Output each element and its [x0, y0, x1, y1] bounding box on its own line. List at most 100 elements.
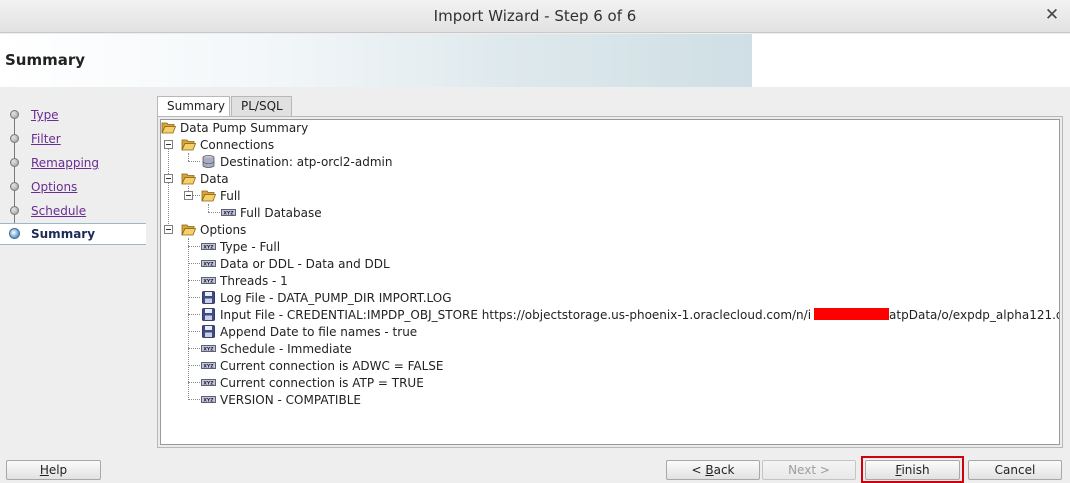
summary-tree[interactable]: Data Pump Summary Connections Destinatio…	[160, 119, 1060, 445]
tree-node-label: Options	[200, 223, 247, 237]
tree-node-label: Current connection is ATP = TRUE	[220, 376, 424, 390]
svg-text:XYZ: XYZ	[223, 210, 234, 216]
collapse-icon[interactable]	[164, 174, 173, 183]
tree-node-label: Data Pump Summary	[180, 121, 309, 135]
back-prefix: <	[691, 463, 706, 477]
step-bullet-icon	[10, 206, 19, 215]
finish-button[interactable]: Finish	[865, 460, 960, 480]
disk-icon	[202, 308, 215, 321]
svg-text:XYZ: XYZ	[203, 380, 214, 386]
redaction-box	[814, 308, 890, 320]
tree-connector	[188, 238, 189, 398]
step-bullet-icon	[10, 182, 19, 191]
tree-node-label: Append Date to file names - true	[220, 325, 418, 339]
help-mnemonic: H	[39, 463, 49, 477]
help-button[interactable]: Help	[6, 460, 101, 480]
window-title: Import Wizard - Step 6 of 6	[433, 7, 637, 25]
step-label[interactable]: Remapping	[31, 156, 99, 170]
open-folder-icon	[181, 224, 196, 236]
wizard-steps: Type Filter Remapping Options Schedule S…	[0, 101, 146, 446]
step-label[interactable]: Options	[31, 180, 77, 194]
wizard-header: Summary	[0, 34, 1070, 87]
tree-connector	[188, 348, 200, 349]
step-bullet-icon	[10, 110, 19, 119]
tree-connector	[188, 297, 200, 298]
tree-connector	[188, 153, 189, 161]
tree-node-label: Input File - CREDENTIAL:IMPDP_OBJ_STORE …	[220, 307, 1059, 323]
tree-node-label: Log File - DATA_PUMP_DIR IMPORT.LOG	[220, 291, 452, 305]
close-icon[interactable]: ✕	[1044, 6, 1060, 24]
open-folder-icon	[161, 122, 176, 134]
svg-text:XYZ: XYZ	[203, 346, 214, 352]
tree-connector	[188, 246, 200, 247]
tree-node-label: Type - Full	[220, 240, 281, 254]
step-bullet-icon	[10, 134, 19, 143]
step-schedule[interactable]: Schedule	[0, 201, 146, 223]
tree-connector	[188, 331, 200, 332]
header-banner	[0, 34, 752, 87]
value-icon: XYZ	[201, 243, 216, 250]
back-label: ack	[713, 463, 735, 477]
open-folder-icon	[201, 190, 216, 202]
tree-connector	[188, 263, 200, 264]
summary-panel: Data Pump Summary Connections Destinatio…	[157, 116, 1063, 448]
step-summary[interactable]: Summary	[0, 223, 146, 245]
open-folder-icon	[181, 173, 196, 185]
tree-node-label: Current connection is ADWC = FALSE	[220, 359, 444, 373]
tree-connector	[168, 144, 169, 228]
value-icon: XYZ	[201, 345, 216, 352]
input-file-text-after: atpData/o/expdp_alpha121.dmp	[889, 308, 1059, 322]
value-icon: XYZ	[201, 260, 216, 267]
tree-node-label: Schedule - Immediate	[220, 342, 352, 356]
tree-connector	[188, 280, 200, 281]
tree-node-label: Full Database	[240, 206, 322, 220]
svg-text:XYZ: XYZ	[203, 261, 214, 267]
next-button[interactable]: Next >	[762, 460, 856, 480]
tab-summary[interactable]: Summary	[157, 96, 230, 118]
value-icon: XYZ	[221, 209, 236, 216]
tree-connector	[188, 399, 200, 400]
tree-node-label: Full	[220, 189, 241, 203]
step-label[interactable]: Type	[31, 108, 59, 122]
tab-plsql[interactable]: PL/SQL	[231, 96, 292, 117]
tree-node-label: Threads - 1	[220, 274, 288, 288]
value-icon: XYZ	[201, 396, 216, 403]
step-bullet-icon	[10, 158, 19, 167]
step-label: Summary	[31, 227, 96, 241]
tree-node-label: Connections	[200, 138, 275, 152]
cancel-button[interactable]: Cancel	[968, 460, 1062, 480]
svg-text:XYZ: XYZ	[203, 278, 214, 284]
collapse-icon[interactable]	[164, 140, 173, 149]
tree-node-label: Destination: atp-orcl2-admin	[220, 155, 393, 169]
collapse-icon[interactable]	[184, 191, 193, 200]
back-mnemonic: B	[705, 463, 714, 477]
back-button[interactable]: < Back	[666, 460, 760, 480]
tree-node-label: Data or DDL - Data and DDL	[220, 257, 390, 271]
finish-label: inish	[901, 463, 930, 477]
tree-connector	[188, 314, 200, 315]
svg-text:XYZ: XYZ	[203, 363, 214, 369]
tree-node-label: Data	[200, 172, 229, 186]
step-options[interactable]: Options	[0, 177, 146, 199]
page-title: Summary	[5, 51, 86, 69]
tree-connector	[188, 365, 200, 366]
step-filter[interactable]: Filter	[0, 129, 146, 151]
input-file-text: Input File - CREDENTIAL:IMPDP_OBJ_STORE …	[220, 308, 812, 322]
open-folder-icon	[181, 139, 196, 151]
step-type[interactable]: Type	[0, 105, 146, 127]
tree-connector	[188, 161, 200, 162]
value-icon: XYZ	[201, 379, 216, 386]
step-label[interactable]: Filter	[31, 132, 61, 146]
disk-icon	[202, 325, 215, 338]
title-bar: Import Wizard - Step 6 of 6 ✕	[0, 0, 1070, 33]
value-icon: XYZ	[201, 277, 216, 284]
collapse-icon[interactable]	[164, 225, 173, 234]
database-icon	[202, 155, 215, 168]
value-icon: XYZ	[201, 362, 216, 369]
step-remapping[interactable]: Remapping	[0, 153, 146, 175]
help-label: elp	[48, 463, 68, 477]
current-step-icon	[9, 228, 20, 239]
step-label[interactable]: Schedule	[31, 204, 86, 218]
tree-connector	[188, 382, 200, 383]
tree-connector	[208, 212, 220, 213]
